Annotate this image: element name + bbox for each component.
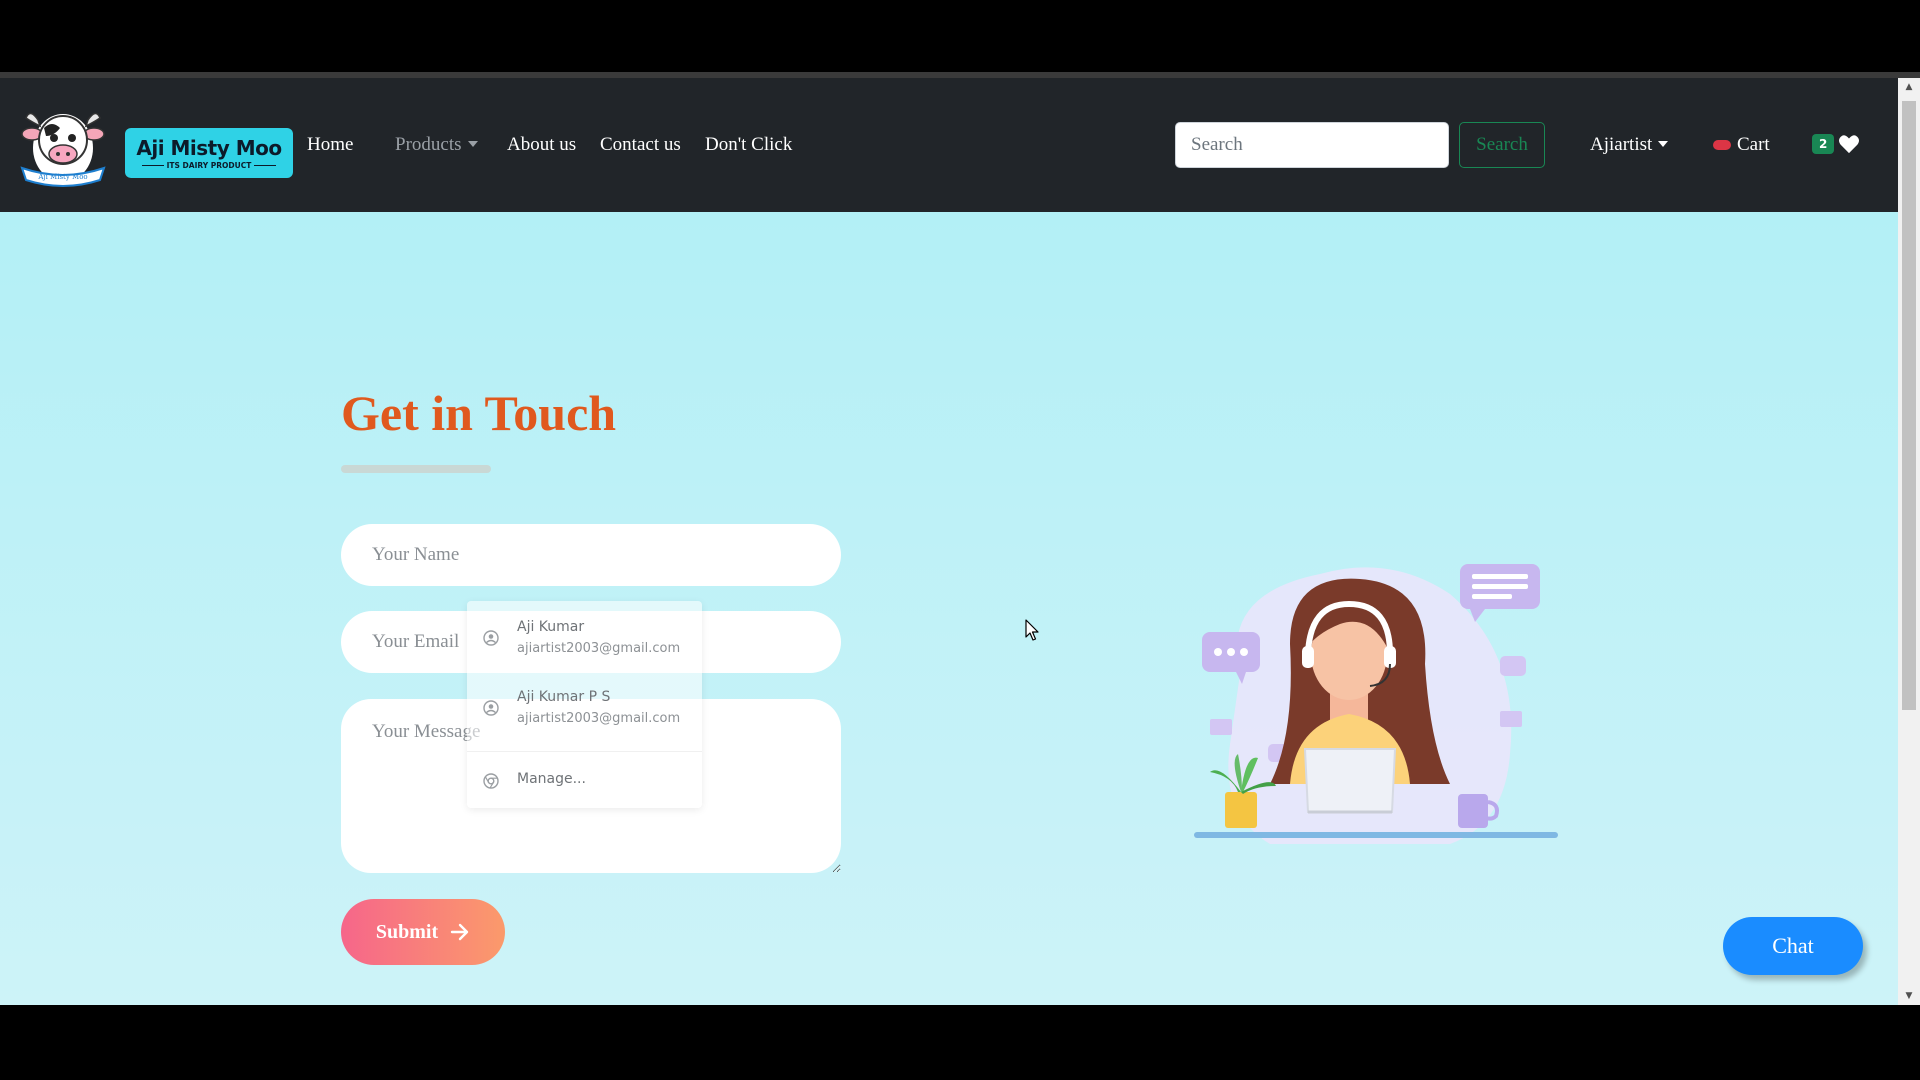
- cart-link[interactable]: Cart: [1713, 134, 1770, 156]
- autofill-manage-label: Manage...: [517, 771, 586, 787]
- brand-subtitle: ITS DAIRY PRODUCT: [141, 161, 277, 170]
- chevron-down-icon: [467, 141, 478, 148]
- autofill-entry-email: ajiartist2003@gmail.com: [517, 711, 681, 726]
- window-bottom-bar: [0, 1005, 1920, 1080]
- wishlist-count-badge: 2: [1812, 134, 1835, 154]
- cart-pill-icon: [1713, 140, 1731, 150]
- svg-text:Aji Misty Moo: Aji Misty Moo: [37, 173, 87, 181]
- autofill-entry[interactable]: Aji Kumar ajiartist2003@gmail.com: [467, 601, 702, 671]
- autofill-manage[interactable]: Manage...: [467, 753, 702, 808]
- chevron-down-icon: [1658, 141, 1669, 148]
- scroll-up-arrow-icon[interactable]: ▲: [1898, 78, 1920, 96]
- page-viewport: Aji Misty Moo Aji Misty Moo ITS DAIRY PR…: [0, 78, 1898, 1005]
- cow-logo-icon[interactable]: Aji Misty Moo: [16, 106, 110, 190]
- user-dropdown[interactable]: Ajiartist: [1590, 134, 1669, 156]
- cart-label: Cart: [1737, 134, 1770, 155]
- person-circle-icon: [483, 700, 499, 716]
- search-button[interactable]: Search: [1459, 122, 1545, 168]
- brand-name: Aji Misty Moo: [136, 135, 282, 160]
- autofill-entry[interactable]: Aji Kumar P S ajiartist2003@gmail.com: [467, 671, 702, 741]
- chrome-icon: [483, 773, 499, 789]
- page-title: Get in Touch: [341, 385, 617, 441]
- autofill-entry-email: ajiartist2003@gmail.com: [517, 641, 681, 656]
- autofill-dropdown: Aji Kumar ajiartist2003@gmail.com Aji Ku…: [467, 601, 702, 808]
- divider: [467, 751, 702, 752]
- nav-products-dropdown[interactable]: Products: [395, 134, 478, 156]
- scrollbar-thumb[interactable]: [1902, 101, 1916, 710]
- submit-button[interactable]: Submit: [341, 899, 505, 965]
- vertical-scrollbar[interactable]: ▲ ▼: [1898, 78, 1920, 1005]
- name-field[interactable]: [341, 524, 841, 586]
- nav-home[interactable]: Home: [307, 134, 353, 156]
- support-agent-illustration: [1194, 564, 1558, 844]
- scroll-down-arrow-icon[interactable]: ▼: [1898, 987, 1920, 1005]
- nav-dont-click[interactable]: Don't Click: [705, 134, 792, 156]
- brand-badge[interactable]: Aji Misty Moo ITS DAIRY PRODUCT: [125, 128, 293, 178]
- navbar: Aji Misty Moo Aji Misty Moo ITS DAIRY PR…: [0, 78, 1898, 212]
- search-input[interactable]: [1175, 122, 1449, 168]
- mouse-pointer-icon: [1025, 619, 1039, 641]
- autofill-entry-name: Aji Kumar P S: [517, 689, 611, 705]
- nav-about[interactable]: About us: [507, 134, 576, 156]
- nav-contact[interactable]: Contact us: [600, 134, 681, 156]
- chat-button[interactable]: Chat: [1723, 917, 1863, 975]
- wishlist-link[interactable]: 2: [1812, 134, 1860, 154]
- title-underline: [341, 465, 491, 473]
- window-top-bar: [0, 0, 1920, 72]
- autofill-entry-name: Aji Kumar: [517, 619, 585, 635]
- heart-icon: [1839, 135, 1860, 154]
- person-circle-icon: [483, 630, 499, 646]
- submit-label: Submit: [375, 920, 439, 943]
- arrow-right-icon: [450, 923, 469, 941]
